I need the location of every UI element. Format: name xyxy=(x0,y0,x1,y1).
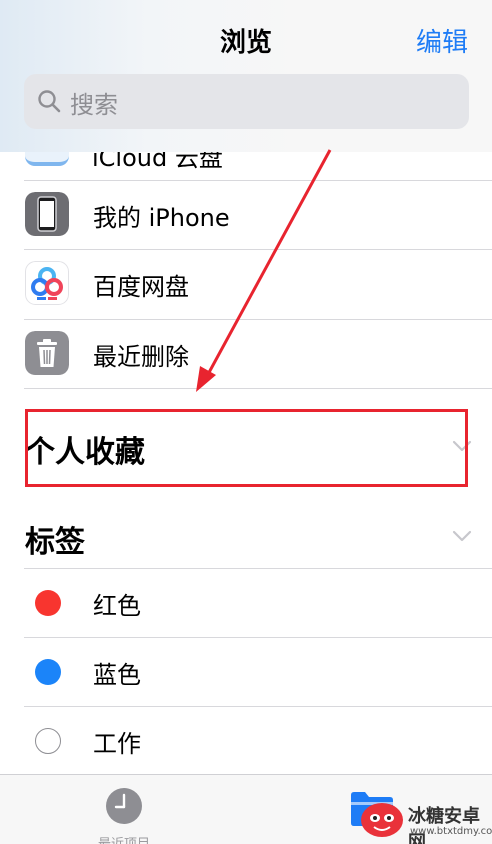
location-label: 我的 iPhone xyxy=(93,204,230,232)
blue-tag-dot-icon xyxy=(35,659,61,685)
search-placeholder: 搜索 xyxy=(70,91,118,119)
red-tag-dot-icon xyxy=(35,590,61,616)
location-item-trash[interactable]: 最近删除 xyxy=(24,319,492,389)
watermark-name: 冰糖安卓网 xyxy=(408,806,480,844)
tag-label: 工作 xyxy=(93,730,141,758)
clock-icon xyxy=(106,788,142,824)
empty-tag-dot-icon xyxy=(35,728,61,754)
search-input[interactable]: 搜索 xyxy=(24,74,469,129)
watermark-logo-icon xyxy=(361,803,403,837)
tag-item-blue[interactable]: 蓝色 xyxy=(24,637,492,707)
watermark-url: www.btxtdmy.com xyxy=(410,826,492,837)
location-item-icloud[interactable]: iCloud 云盘 xyxy=(24,152,492,180)
location-item-iphone[interactable]: 我的 iPhone xyxy=(24,180,492,250)
chevron-down-icon[interactable] xyxy=(452,530,472,542)
baidu-netdisk-icon xyxy=(25,261,69,305)
location-label: 百度网盘 xyxy=(93,273,189,301)
icloud-icon xyxy=(25,152,69,166)
tab-recent[interactable]: 最近项目 xyxy=(84,787,164,844)
tag-label: 红色 xyxy=(93,592,141,620)
location-item-baidu[interactable]: 百度网盘 xyxy=(24,249,492,319)
tag-label: 蓝色 xyxy=(93,661,141,689)
iphone-icon xyxy=(25,192,69,236)
edit-button[interactable]: 编辑 xyxy=(416,22,468,59)
divider xyxy=(24,388,492,389)
highlight-box xyxy=(25,409,468,487)
tag-item-red[interactable]: 红色 xyxy=(24,568,492,638)
tags-section-title[interactable]: 标签 xyxy=(25,517,85,561)
tag-item-work[interactable]: 工作 xyxy=(24,706,492,776)
search-icon xyxy=(38,90,61,113)
location-label: iCloud 云盘 xyxy=(92,152,223,172)
trash-icon xyxy=(25,331,69,375)
header: 浏览 编辑 搜索 xyxy=(0,0,492,152)
location-label: 最近删除 xyxy=(93,343,189,371)
tab-recent-label: 最近项目 xyxy=(84,833,164,844)
